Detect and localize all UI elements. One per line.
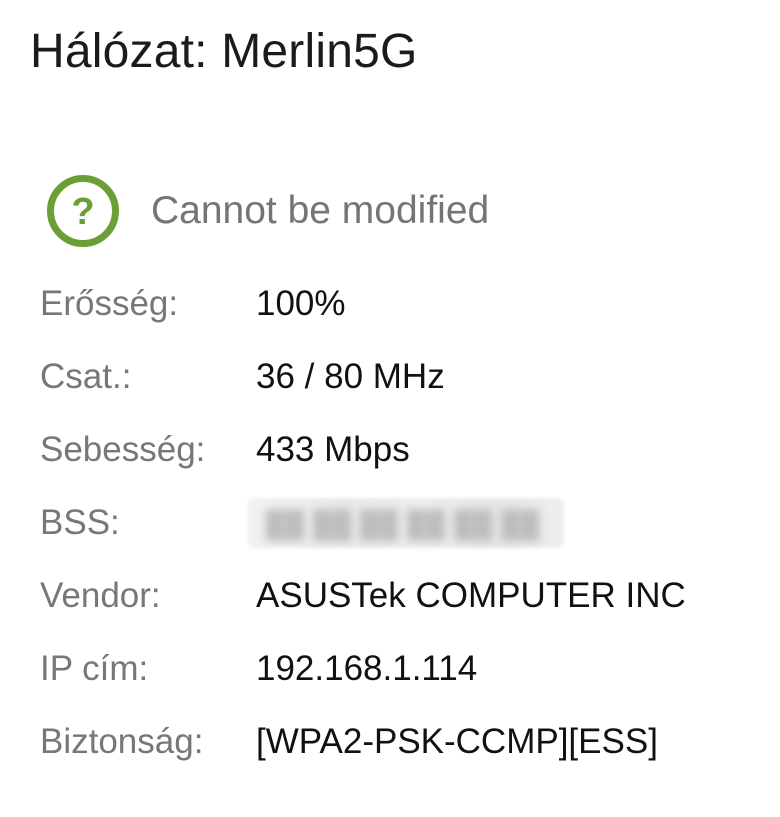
question-circle-icon: ? — [47, 175, 119, 247]
detail-label: Sebesség: — [40, 429, 206, 469]
svg-text:?: ? — [71, 191, 94, 233]
detail-row-ip: IP cím: 192.168.1.114 — [40, 632, 760, 705]
detail-row-vendor: Vendor: ASUSTek COMPUTER INC — [40, 559, 760, 632]
detail-label: BSS: — [40, 502, 120, 542]
detail-value: ASUSTek COMPUTER INC — [256, 575, 686, 615]
detail-label: Csat.: — [40, 356, 132, 396]
detail-label: Biztonság: — [40, 721, 204, 761]
detail-row-channel: Csat.: 36 / 80 MHz — [40, 340, 760, 413]
detail-value: [WPA2-PSK-CCMP][ESS] — [256, 721, 658, 761]
detail-value: 433 Mbps — [256, 429, 410, 469]
detail-row-strength: Erősség: 100% — [40, 267, 760, 340]
detail-label: IP cím: — [40, 648, 149, 688]
redacted-bss-value: ██ ██ ██ ██ ██ ██ — [248, 497, 564, 548]
detail-value: 192.168.1.114 — [256, 648, 478, 688]
status-text: Cannot be modified — [151, 189, 490, 232]
details-list: Erősség: 100% Csat.: 36 / 80 MHz Sebessé… — [40, 267, 760, 778]
dialog-title: Hálózat: Merlin5G — [30, 25, 418, 78]
detail-row-security: Biztonság: [WPA2-PSK-CCMP][ESS] — [40, 705, 760, 778]
status-row: ? Cannot be modified — [46, 174, 489, 248]
detail-value: 36 / 80 MHz — [256, 356, 445, 396]
detail-row-bss: BSS: ██ ██ ██ ██ ██ ██ — [40, 486, 760, 559]
detail-label: Vendor: — [40, 575, 161, 615]
redacted-text-placeholder: ██ ██ ██ ██ ██ ██ — [266, 508, 541, 539]
detail-row-speed: Sebesség: 433 Mbps — [40, 413, 760, 486]
detail-value: 100% — [256, 283, 346, 323]
detail-label: Erősség: — [40, 283, 179, 323]
